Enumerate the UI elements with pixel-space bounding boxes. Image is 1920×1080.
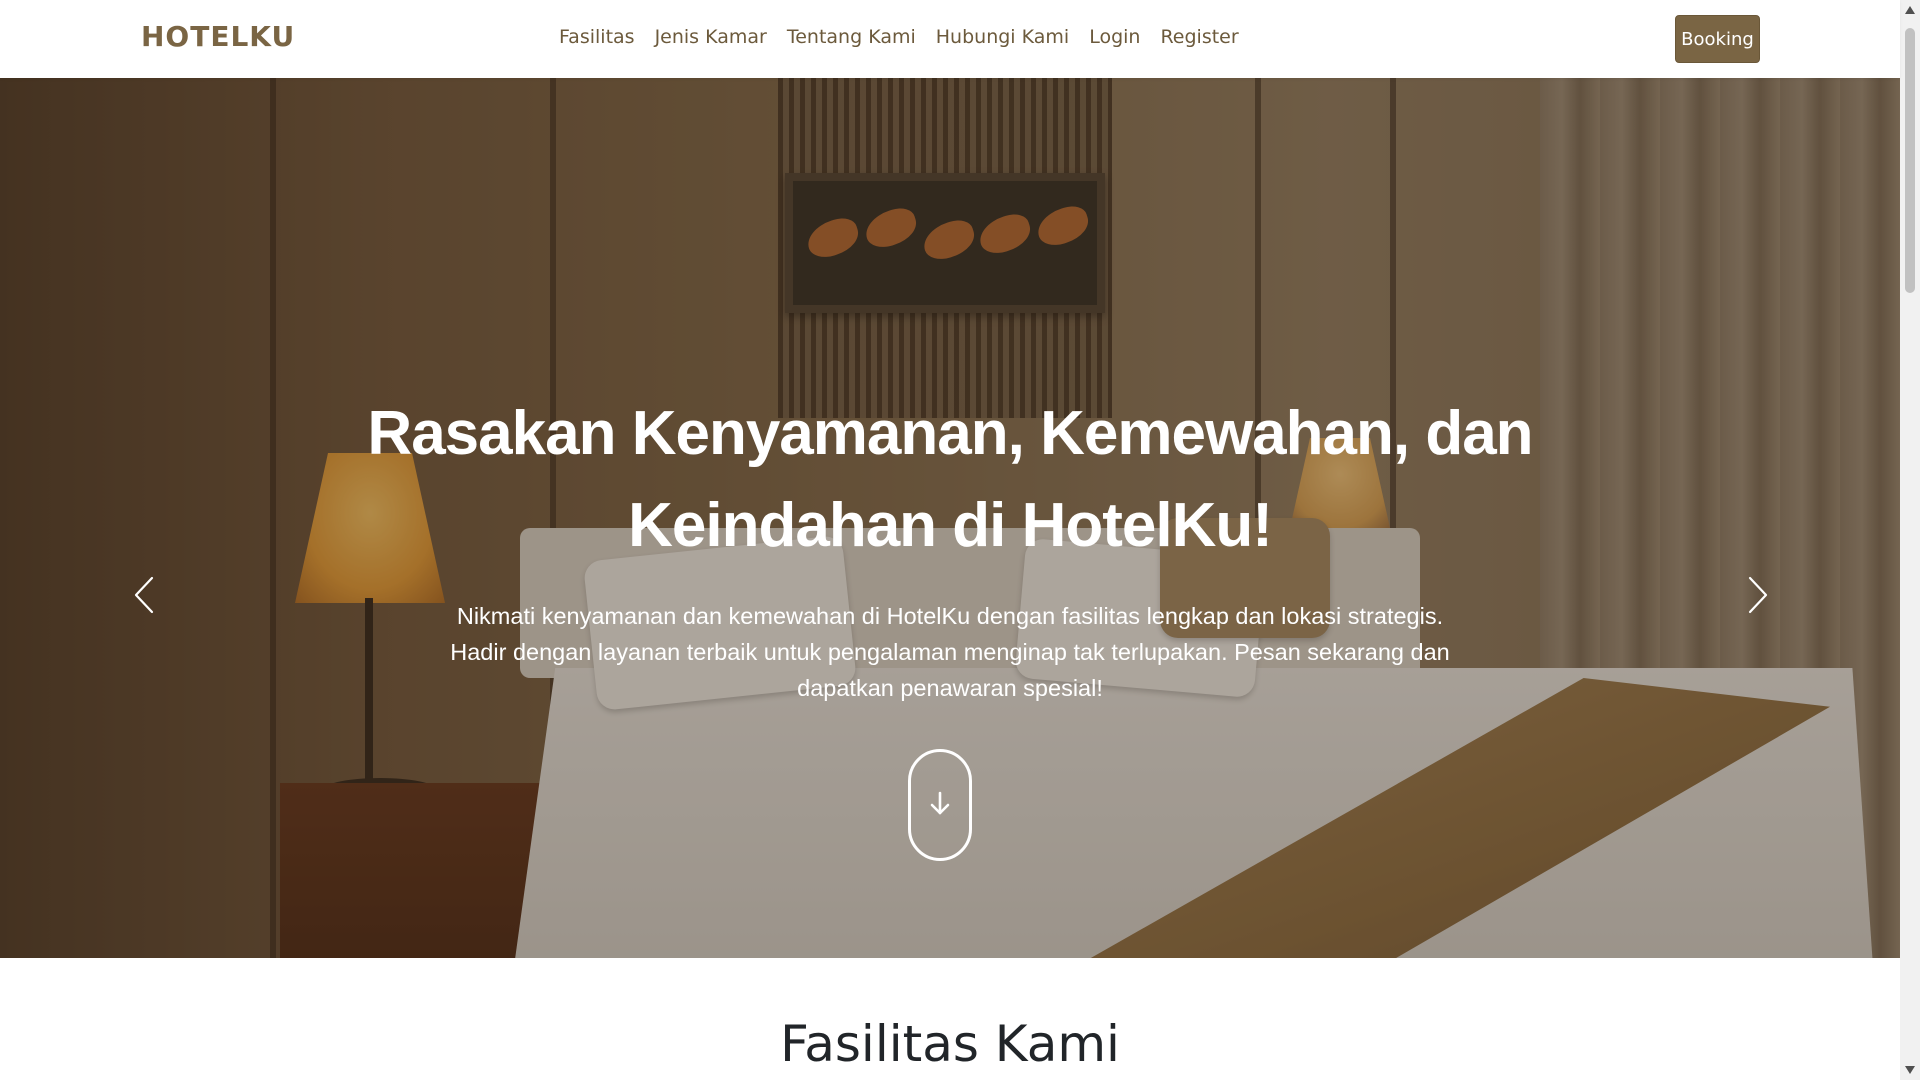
hero-description-line-1: Nikmati kenyamanan dan kemewahan di Hote… bbox=[456, 603, 1444, 629]
nav-link-fasilitas[interactable]: Fasilitas bbox=[549, 26, 645, 48]
nav-link-register[interactable]: Register bbox=[1150, 26, 1248, 48]
carousel-prev-button[interactable] bbox=[124, 568, 164, 624]
section-title-fasilitas: Fasilitas Kami bbox=[780, 1015, 1120, 1073]
hero-title: Rasakan Kenyamanan, Kemewahan, dan Keind… bbox=[300, 388, 1600, 572]
hero-description: Nikmati kenyamanan dan kemewahan di Hote… bbox=[425, 598, 1475, 706]
carousel-next-button[interactable] bbox=[1738, 568, 1778, 624]
nav-link-tentang-kami[interactable]: Tentang Kami bbox=[777, 26, 926, 48]
scroll-down-button[interactable] bbox=[908, 749, 972, 861]
scroll-down-icon[interactable] bbox=[1904, 1064, 1916, 1076]
navbar: HOTELKU Fasilitas Jenis Kamar Tentang Ka… bbox=[0, 0, 1900, 78]
booking-button[interactable]: Booking bbox=[1675, 15, 1760, 63]
hero-title-line-1: Rasakan Kenyamanan, Kemewahan, dan bbox=[367, 399, 1533, 468]
chevron-left-icon bbox=[133, 576, 155, 617]
scrollbar-thumb[interactable] bbox=[1905, 28, 1915, 293]
hero-title-line-2: Keindahan di HotelKu! bbox=[628, 491, 1273, 560]
hero-description-line-3: dapatkan penawaran spesial! bbox=[797, 675, 1103, 701]
hero-carousel: Rasakan Kenyamanan, Kemewahan, dan Keind… bbox=[0, 78, 1900, 958]
hero-description-line-2: Hadir dengan layanan terbaik untuk penga… bbox=[450, 639, 1450, 665]
scroll-up-icon[interactable] bbox=[1904, 4, 1916, 16]
chevron-right-icon bbox=[1747, 576, 1769, 617]
nav-link-login[interactable]: Login bbox=[1079, 26, 1150, 48]
nav-links: Fasilitas Jenis Kamar Tentang Kami Hubun… bbox=[549, 26, 1249, 48]
page-scrollbar[interactable] bbox=[1900, 0, 1920, 1080]
nav-link-hubungi-kami[interactable]: Hubungi Kami bbox=[926, 26, 1079, 48]
brand-logo[interactable]: HOTELKU bbox=[141, 20, 295, 53]
arrow-down-icon bbox=[929, 790, 951, 820]
nav-link-jenis-kamar[interactable]: Jenis Kamar bbox=[645, 26, 777, 48]
